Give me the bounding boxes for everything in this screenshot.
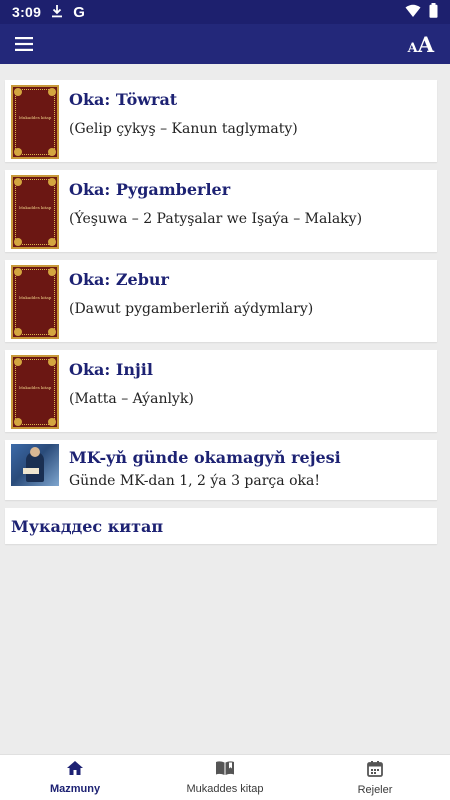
cyrillic-title: Мукаддес китап: [11, 516, 164, 536]
battery-icon: [429, 3, 438, 21]
card-subtitle: (Ýeşuwa – 2 Patyşalar we Işaýa – Malaky): [69, 211, 363, 227]
reading-person-image: [11, 444, 59, 486]
bottom-navigation: Mazmuny Mukaddes kitap Rejeler: [0, 754, 450, 800]
font-size-button[interactable]: A A: [408, 32, 438, 57]
hamburger-menu-icon[interactable]: [12, 32, 36, 56]
book-card-pygamberler[interactable]: Mukaddes kitap Oka: Pygamberler (Ýeşuwa …: [5, 170, 437, 252]
download-icon: [51, 4, 63, 21]
main-content: Mukaddes kitap Oka: Töwrat (Gelip çykyş …: [0, 64, 450, 754]
font-size-big-a: A: [417, 31, 434, 57]
bible-cover-icon: Mukaddes kitap: [11, 175, 59, 249]
bible-cover-icon: Mukaddes kitap: [11, 85, 59, 159]
card-title: Oka: Zebur: [69, 270, 169, 289]
cover-title: Mukaddes kitap: [18, 115, 52, 120]
font-size-small-a: A: [407, 40, 418, 56]
bible-cover-icon: Mukaddes kitap: [11, 355, 59, 429]
google-g-icon: G: [73, 3, 85, 21]
nav-mukaddes-kitap[interactable]: Mukaddes kitap: [150, 755, 300, 800]
plan-title: MK-yň günde okamagyň rejesi: [69, 448, 341, 467]
wifi-icon: [405, 4, 421, 21]
open-book-icon: [215, 760, 235, 780]
card-subtitle: (Matta – Aýanlyk): [69, 391, 194, 407]
card-subtitle: (Gelip çykyş – Kanun taglymaty): [69, 121, 298, 137]
plan-subtitle: Günde MK-dan 1, 2 ýa 3 parça oka!: [69, 473, 320, 489]
cyrillic-bible-card[interactable]: Мукаддес китап: [5, 508, 437, 544]
nav-mazmuny[interactable]: Mazmuny: [0, 755, 150, 800]
status-bar: 3:09 G: [0, 0, 450, 24]
card-title: Oka: Pygamberler: [69, 180, 231, 199]
cover-title: Mukaddes kitap: [18, 385, 52, 390]
app-bar: A A: [0, 24, 450, 64]
card-title: Oka: Töwrat: [69, 90, 178, 109]
cover-title: Mukaddes kitap: [18, 205, 52, 210]
bible-cover-icon: Mukaddes kitap: [11, 265, 59, 339]
nav-label: Rejeler: [357, 783, 393, 796]
nav-label: Mukaddes kitap: [186, 783, 264, 795]
nav-rejeler[interactable]: Rejeler: [300, 755, 450, 800]
book-card-injil[interactable]: Mukaddes kitap Oka: Injil (Matta – Aýanl…: [5, 350, 437, 432]
card-title: Oka: Injil: [69, 360, 153, 379]
nav-label: Mazmuny: [49, 783, 101, 795]
home-icon: [66, 760, 84, 780]
reading-plan-card[interactable]: MK-yň günde okamagyň rejesi Günde MK-dan…: [5, 440, 437, 500]
book-card-zebur[interactable]: Mukaddes kitap Oka: Zebur (Dawut pygambe…: [5, 260, 437, 342]
card-subtitle: (Dawut pygamberleriň aýdymlary): [69, 301, 314, 317]
calendar-icon: [367, 760, 383, 781]
status-time: 3:09: [12, 4, 42, 20]
book-card-towrat[interactable]: Mukaddes kitap Oka: Töwrat (Gelip çykyş …: [5, 80, 437, 162]
cover-title: Mukaddes kitap: [18, 295, 52, 300]
